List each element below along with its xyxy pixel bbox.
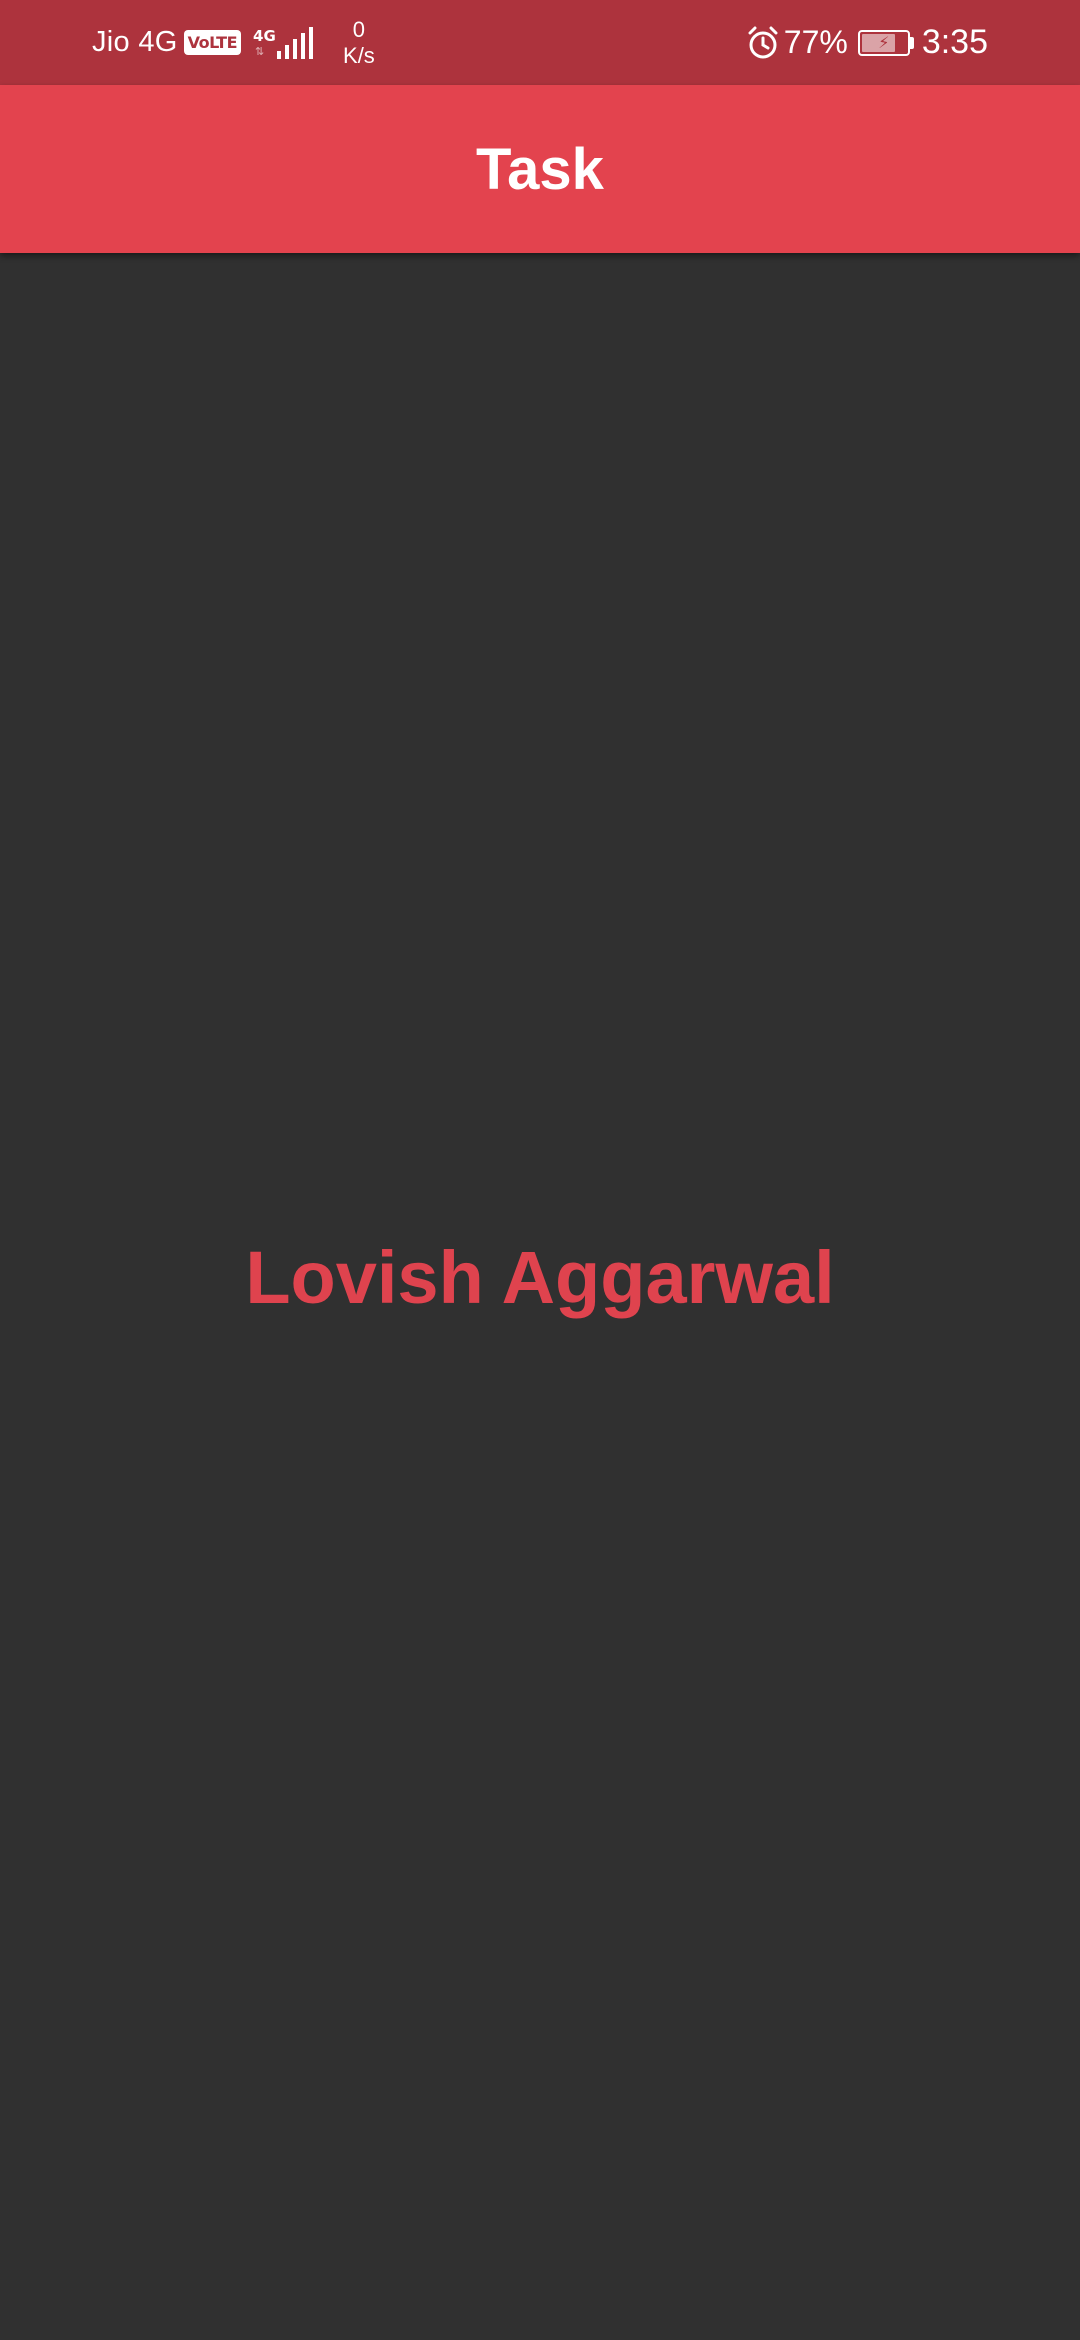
main-content: Lovish Aggarwal	[0, 253, 1080, 2340]
clock: 3:35	[921, 23, 988, 61]
center-name-text: Lovish Aggarwal	[245, 1235, 835, 1319]
data-activity-icon: ⇅	[255, 45, 265, 58]
network-speed: 0 K/s	[343, 17, 375, 69]
screen: Jio 4G VoLTE 4G ⇅ 0 K/s 77% ⚡ 3:35 Task …	[0, 0, 1080, 2340]
alarm-icon	[748, 26, 778, 58]
carrier-label: Jio 4G	[92, 26, 178, 58]
app-title: Task	[476, 136, 604, 202]
app-bar: Task	[0, 85, 1080, 253]
status-bar-right: 77% ⚡ 3:35	[746, 0, 988, 85]
status-bar-left: Jio 4G VoLTE 4G ⇅ 0 K/s	[92, 0, 375, 85]
status-bar: Jio 4G VoLTE 4G ⇅ 0 K/s 77% ⚡ 3:35	[0, 0, 1080, 85]
network-type-label: 4G	[253, 26, 276, 45]
signal-icon	[277, 26, 314, 59]
battery-icon: ⚡	[857, 29, 910, 56]
network-speed-unit: K/s	[343, 42, 375, 68]
battery-percent: 77%	[783, 24, 848, 60]
charging-bolt-icon: ⚡	[878, 33, 890, 52]
network-speed-value: 0	[352, 16, 366, 42]
battery-tip	[909, 36, 914, 49]
volte-icon: VoLTE	[183, 30, 242, 55]
network-type-icon: 4G ⇅	[253, 23, 276, 63]
